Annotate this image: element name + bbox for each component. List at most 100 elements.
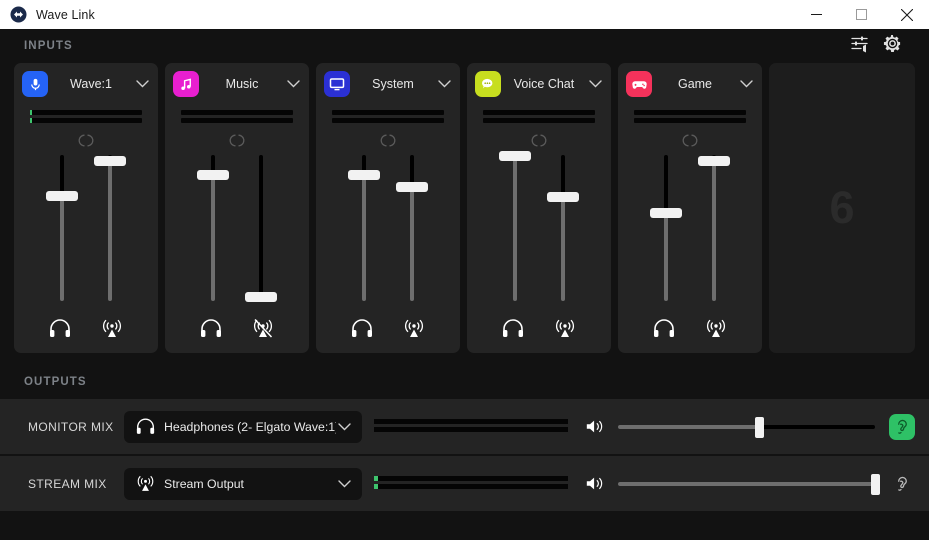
stream-fader[interactable]: [698, 155, 730, 301]
microphone-icon[interactable]: [22, 71, 48, 97]
close-button[interactable]: [884, 0, 929, 29]
app-body: INPUTS Wave:1 Music System Voice Chat Ga…: [0, 29, 929, 540]
maximize-button[interactable]: [839, 0, 884, 29]
output-row-stream-mix: STREAM MIX Stream Output: [0, 456, 929, 511]
speaker-icon[interactable]: [582, 418, 608, 435]
output-label: MONITOR MIX: [28, 419, 114, 434]
broadcast-icon[interactable]: [554, 319, 576, 343]
meter-left: [30, 110, 142, 115]
headphones-icon[interactable]: [653, 319, 675, 343]
chevron-down-icon[interactable]: [738, 80, 754, 88]
link-broken-icon[interactable]: [467, 129, 611, 151]
speaker-icon[interactable]: [582, 475, 608, 492]
meter-left: [332, 110, 444, 115]
channel-strip-music: Music: [165, 63, 309, 353]
monitor-fader[interactable]: [499, 151, 531, 301]
link-broken-icon[interactable]: [618, 129, 762, 151]
channel-meters: [316, 105, 460, 123]
channel-name: Voice Chat: [513, 77, 575, 91]
meter-right: [30, 118, 142, 123]
gamepad-icon[interactable]: [626, 71, 652, 97]
output-row-monitor-mix: MONITOR MIX Headphones (2- Elgato Wave:1…: [0, 399, 929, 454]
stream-fader[interactable]: [245, 155, 277, 302]
headphones-icon[interactable]: [49, 319, 71, 343]
link-broken-icon[interactable]: [316, 129, 460, 151]
chevron-down-icon[interactable]: [285, 80, 301, 88]
channel-strip-voice-chat: Voice Chat: [467, 63, 611, 353]
channel-header: System: [316, 63, 460, 105]
channel-name: Game: [677, 77, 713, 91]
meter-left: [483, 110, 595, 115]
wave-link-logo-icon: [10, 6, 27, 23]
inputs-toolbar: [850, 34, 915, 58]
chevron-down-icon[interactable]: [436, 80, 452, 88]
monitor-fader[interactable]: [46, 155, 78, 301]
monitor-fader[interactable]: [197, 155, 229, 301]
stream-fader[interactable]: [94, 155, 126, 301]
gear-icon[interactable]: [883, 34, 902, 58]
broadcast-icon[interactable]: [403, 319, 425, 343]
channel-faders: [14, 151, 158, 301]
stream-fader[interactable]: [547, 155, 579, 301]
empty-channel-slot[interactable]: 6: [769, 63, 915, 353]
broadcast-muted-icon[interactable]: [252, 318, 274, 343]
headphones-icon[interactable]: [351, 319, 373, 343]
meter-right: [634, 118, 746, 123]
window-title: Wave Link: [36, 7, 95, 22]
channel-strip-system: System: [316, 63, 460, 353]
minimize-button[interactable]: [794, 0, 839, 29]
channel-strip-game: Game: [618, 63, 762, 353]
meter-left: [634, 110, 746, 115]
chevron-down-icon: [336, 479, 352, 488]
monitor-fader[interactable]: [348, 155, 380, 301]
channel-output-toggles: [316, 319, 460, 343]
headphones-icon[interactable]: [200, 319, 222, 343]
channel-meters: [618, 105, 762, 123]
channel-meters: [467, 105, 611, 123]
outputs-header: OUTPUTS: [0, 365, 929, 399]
stream-fader[interactable]: [396, 155, 428, 301]
meter-right: [332, 118, 444, 123]
empty-slot-number: 6: [829, 182, 855, 233]
channel-output-toggles: [467, 319, 611, 343]
mixer-sliders-icon[interactable]: [850, 34, 869, 58]
link-broken-icon[interactable]: [165, 129, 309, 151]
stream-meters: [362, 475, 582, 492]
channel-meters: [14, 105, 158, 123]
channel-faders: [618, 151, 762, 301]
monitor-icon[interactable]: [324, 71, 350, 97]
channel-faders: [316, 151, 460, 301]
channel-faders: [467, 151, 611, 301]
channel-strip-wave1: Wave:1: [14, 63, 158, 353]
monitor-volume-slider[interactable]: [618, 414, 875, 440]
input-channels: Wave:1 Music System Voice Chat Game 6: [0, 63, 929, 353]
chat-bubble-icon[interactable]: [475, 71, 501, 97]
stream-device-value: Stream Output: [164, 476, 244, 491]
inputs-label: INPUTS: [24, 40, 73, 52]
stream-device-select[interactable]: Stream Output: [124, 467, 362, 500]
monitor-mix-ear-button[interactable]: [889, 413, 915, 440]
link-broken-icon[interactable]: [14, 129, 158, 151]
stream-volume-slider[interactable]: [618, 471, 880, 497]
channel-header: Game: [618, 63, 762, 105]
broadcast-icon[interactable]: [705, 319, 727, 343]
monitor-device-select[interactable]: Headphones (2- Elgato Wave:1): [124, 410, 362, 443]
channel-faders: [165, 151, 309, 302]
chevron-down-icon[interactable]: [587, 80, 603, 88]
broadcast-icon: [134, 475, 156, 492]
stream-mix-ear-button[interactable]: [889, 471, 915, 497]
channel-output-toggles: [618, 319, 762, 343]
channel-output-toggles: [14, 319, 158, 343]
channel-name: System: [372, 77, 414, 91]
broadcast-icon[interactable]: [101, 319, 123, 343]
monitor-fader[interactable]: [650, 155, 682, 301]
meter-right: [374, 483, 568, 489]
meter-left: [181, 110, 293, 115]
music-note-icon[interactable]: [173, 71, 199, 97]
headphones-icon[interactable]: [502, 319, 524, 343]
meter-right: [483, 118, 595, 123]
meter-left: [374, 418, 568, 424]
monitor-meters: [362, 418, 582, 435]
channel-header: Music: [165, 63, 309, 105]
chevron-down-icon[interactable]: [134, 80, 150, 88]
